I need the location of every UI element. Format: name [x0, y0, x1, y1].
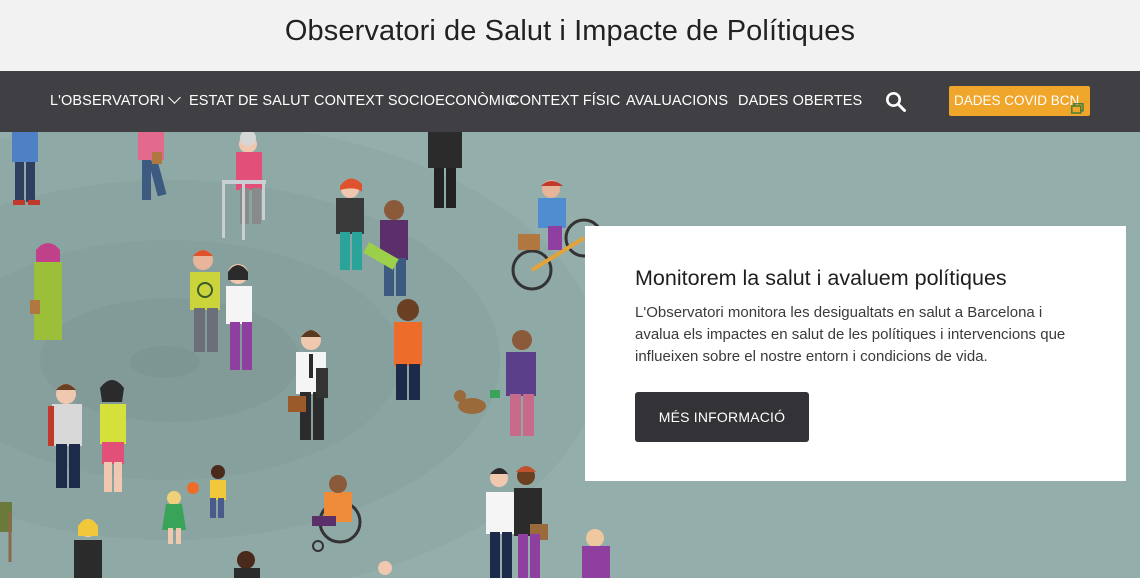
nav-item-context-fisic[interactable]: CONTEXT FÍSIC [509, 71, 620, 132]
nav-item-avaluacions[interactable]: AVALUACIONS [626, 71, 728, 132]
nav-label-observatori: L'OBSERVATORI [50, 93, 165, 109]
site-header: Observatori de Salut i Impacte de Políti… [0, 0, 1140, 71]
nav-item-observatori[interactable]: L'OBSERVATORI [50, 71, 182, 132]
hero-section: Monitorem la salut i avaluem polítiques … [0, 132, 1140, 578]
search-icon[interactable] [885, 91, 907, 113]
hero-description: L'Observatori monitora les desigualtats … [635, 304, 1066, 365]
nav-item-dades-obertes[interactable]: DADES OBERTES [738, 71, 862, 132]
site-title[interactable]: Observatori de Salut i Impacte de Políti… [285, 15, 855, 48]
hero-card: Monitorem la salut i avaluem polítiques … [585, 226, 1126, 481]
hero-title: Monitorem la salut i avaluem polítiques [635, 266, 1007, 290]
nav-item-context-socioeconomic[interactable]: CONTEXT SOCIOECONÒMIC [314, 71, 516, 132]
chevron-down-icon [168, 91, 182, 104]
covid-data-button[interactable]: DADES COVID BCN [949, 86, 1090, 116]
more-info-button[interactable]: MÉS INFORMACIÓ [635, 392, 809, 442]
nav-item-estat-de-salut[interactable]: ESTAT DE SALUT [189, 71, 310, 132]
covid-data-label: DADES COVID BCN [954, 93, 1080, 108]
external-window-icon [1071, 95, 1084, 114]
